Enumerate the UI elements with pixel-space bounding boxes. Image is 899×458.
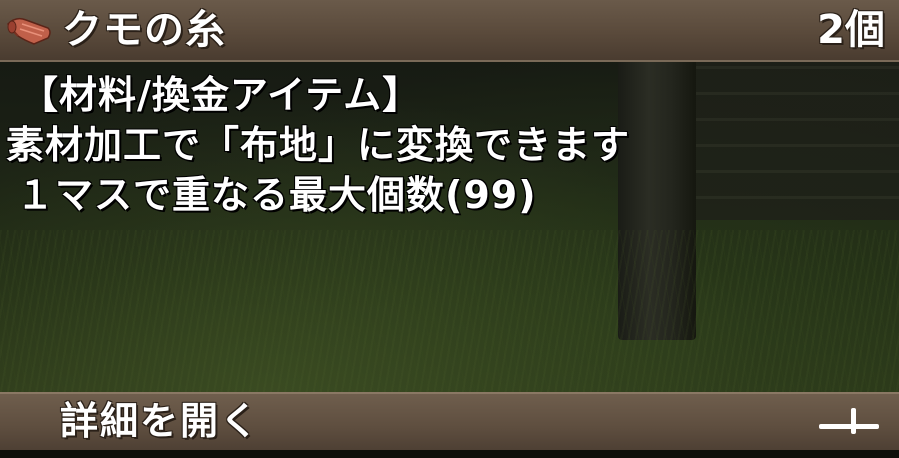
background-fence: [696, 40, 899, 220]
item-name: クモの糸: [62, 7, 226, 53]
plus-icon[interactable]: [819, 402, 879, 442]
cloth-roll-icon: [6, 17, 51, 45]
detail-label: 詳細を開く: [60, 399, 261, 443]
item-stack-info: １マスで重なる最大個数(99): [16, 173, 537, 217]
item-count: 2個: [817, 7, 885, 53]
background-grass: [0, 230, 899, 398]
item-description: 【材料/換金アイテム】 素材加工で「布地」に変換できます １マスで重なる最大個数…: [6, 70, 630, 220]
detail-button[interactable]: 詳細を開く: [0, 392, 899, 450]
item-category: 【材料/換金アイテム】: [20, 73, 422, 117]
bottom-strip: [0, 450, 899, 458]
game-scene: クモの糸 2個 【材料/換金アイテム】 素材加工で「布地」に変換できます １マス…: [0, 0, 899, 458]
item-header: クモの糸 2個: [0, 0, 899, 62]
item-description-line: 素材加工で「布地」に変換できます: [6, 123, 631, 167]
